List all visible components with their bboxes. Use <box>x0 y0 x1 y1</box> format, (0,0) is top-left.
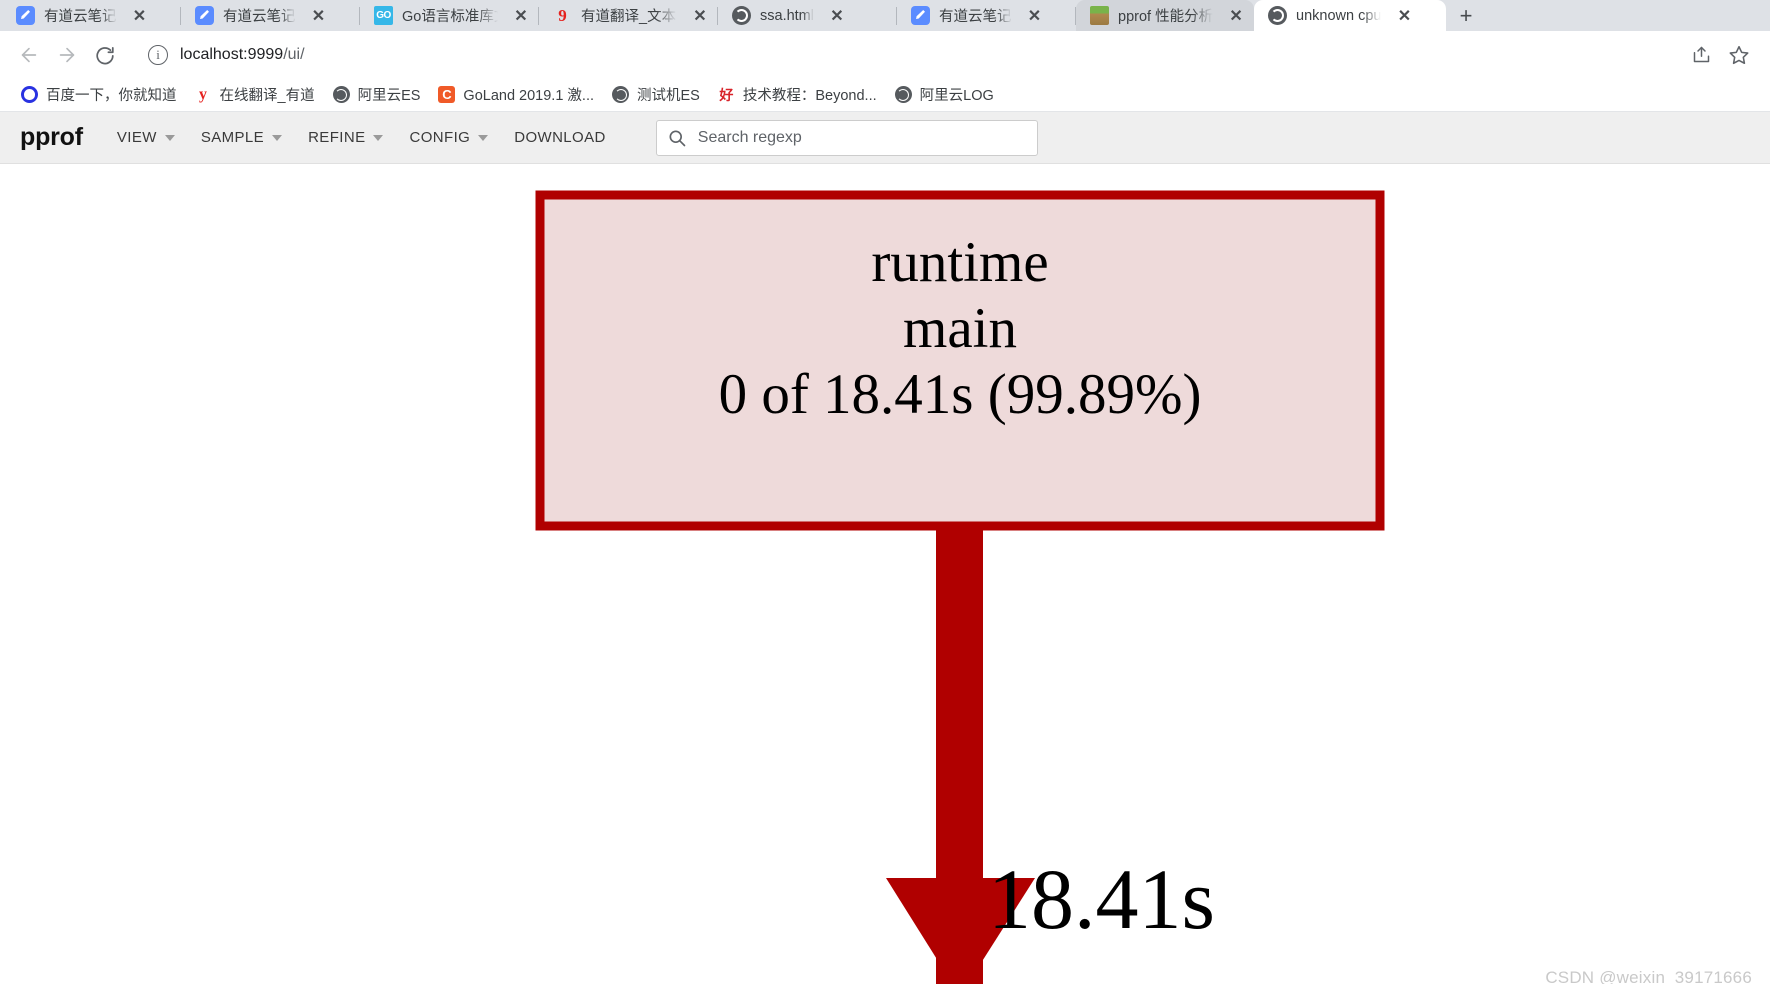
browser-tab[interactable]: GO Go语言标准库文档 ✕ <box>360 0 538 31</box>
bookmark-label: 测试机ES <box>637 88 700 104</box>
globe-icon <box>894 86 912 103</box>
globe-icon <box>612 86 630 103</box>
chevron-down-icon <box>478 134 489 141</box>
reload-button[interactable] <box>86 36 124 74</box>
bookmark-label: 技术教程：Beyond... <box>742 88 877 104</box>
globe-icon <box>1268 6 1287 25</box>
tab-title: ssa.html <box>760 7 814 24</box>
menu-config[interactable]: CONFIG <box>409 129 489 146</box>
browser-tab[interactable]: 有道云笔记 ✕ <box>2 0 180 31</box>
graph-edge-label: 18.41s <box>988 851 1215 947</box>
bookmark-label: 百度一下，你就知道 <box>46 88 177 104</box>
bookmark-item[interactable]: y 在线翻译_有道 <box>186 81 324 108</box>
node-function-name: main <box>903 297 1017 361</box>
tab-close-button[interactable]: ✕ <box>1391 3 1417 29</box>
tab-close-button[interactable]: ✕ <box>508 3 534 29</box>
menu-sample-label: SAMPLE <box>200 129 265 146</box>
bookmark-item[interactable]: 阿里云ES <box>324 81 430 108</box>
tab-close-button[interactable]: ✕ <box>687 3 713 29</box>
back-button[interactable] <box>10 36 48 74</box>
search-box[interactable] <box>655 119 1038 156</box>
forward-button[interactable] <box>48 36 86 74</box>
graph-node-text: runtime main 0 of 18.41s (99.89%) <box>540 230 1380 428</box>
bookmarks-bar: 百度一下，你就知道 y 在线翻译_有道 阿里云ES C GoLand 2019.… <box>0 78 1770 112</box>
url-host: localhost:9999 <box>180 45 284 63</box>
bookmark-label: 阿里云ES <box>357 88 421 104</box>
node-package-name: runtime <box>871 231 1049 294</box>
address-bar[interactable]: i localhost:9999/ui/ <box>134 38 1684 71</box>
tab-title: Go语言标准库文档 <box>402 9 498 25</box>
tab-strip: 有道云笔记 ✕ 有道云笔记 ✕ GO Go语言标准库文档 ✕ 9 有道翻译_文本… <box>0 0 1770 31</box>
tab-title: 有道云笔记 <box>44 9 117 25</box>
bookmark-label: 阿里云LOG <box>919 88 994 104</box>
gopher-icon <box>1090 6 1109 25</box>
address-bar-url: localhost:9999/ui/ <box>180 46 305 64</box>
tab-close-button[interactable]: ✕ <box>1022 3 1048 29</box>
menu-download-label: DOWNLOAD <box>514 129 606 146</box>
menu-view[interactable]: VIEW <box>117 129 175 146</box>
hao-icon: 好 <box>719 86 734 103</box>
go-docs-icon: GO <box>374 6 393 25</box>
youdao-icon: y <box>199 86 207 103</box>
tab-title: 有道云笔记 <box>223 9 296 25</box>
browser-tab[interactable]: pprof 性能分析 ✕ <box>1076 0 1254 31</box>
bookmark-label: 在线翻译_有道 <box>219 88 315 104</box>
browser-tab[interactable]: ssa.html ✕ <box>718 0 896 31</box>
share-icon[interactable] <box>1684 38 1718 72</box>
globe-icon <box>332 86 350 103</box>
tab-close-button[interactable]: ✕ <box>306 3 332 29</box>
search-icon <box>667 128 687 148</box>
menu-refine-label: REFINE <box>308 129 366 146</box>
youdao-note-icon <box>195 6 214 25</box>
menu-download[interactable]: DOWNLOAD <box>514 129 606 146</box>
new-tab-button[interactable]: + <box>1446 0 1486 31</box>
bookmark-item[interactable]: 好 技术教程：Beyond... <box>709 81 886 108</box>
tab-close-button[interactable]: ✕ <box>824 3 850 29</box>
chevron-down-icon <box>272 134 283 141</box>
bookmark-item[interactable]: C GoLand 2019.1 激... <box>429 81 603 108</box>
tab-close-button[interactable]: ✕ <box>1223 3 1249 29</box>
url-path: /ui/ <box>283 45 305 63</box>
browser-toolbar: i localhost:9999/ui/ <box>0 31 1770 78</box>
bookmark-star-icon[interactable] <box>1722 38 1756 72</box>
site-info-icon[interactable]: i <box>148 44 168 65</box>
watermark: CSDN @weixin_39171666 <box>1545 968 1752 984</box>
tab-title: 有道翻译_文本、 <box>581 9 677 25</box>
browser-tab[interactable]: 9 有道翻译_文本、 ✕ <box>539 0 717 31</box>
toolbar-actions <box>1684 38 1756 72</box>
flame-graph-canvas: runtime main 0 of 18.41s (99.89%) 18.41s… <box>0 164 1770 984</box>
menu-view-label: VIEW <box>116 129 157 146</box>
search-input[interactable] <box>695 127 1027 148</box>
menu-refine[interactable]: REFINE <box>308 129 384 146</box>
menu-config-label: CONFIG <box>409 129 471 146</box>
tab-title: unknown cpu <box>1296 7 1382 24</box>
browser-tab[interactable]: 有道云笔记 ✕ <box>181 0 359 31</box>
globe-icon <box>732 6 751 25</box>
pprof-header: pprof VIEW SAMPLE REFINE CONFIG DOWNLOAD <box>0 112 1770 164</box>
chevron-down-icon <box>373 134 384 141</box>
youdao-translate-icon: 9 <box>558 6 567 25</box>
youdao-note-icon <box>911 6 930 25</box>
pprof-logo: pprof <box>20 123 83 151</box>
bookmark-item[interactable]: 阿里云LOG <box>886 81 1003 108</box>
node-stats: 0 of 18.41s (99.89%) <box>718 363 1202 427</box>
browser-tab-active[interactable]: unknown cpu ✕ <box>1254 0 1446 31</box>
bookmark-label: GoLand 2019.1 激... <box>463 88 595 104</box>
baidu-icon <box>21 86 38 103</box>
youdao-note-icon <box>16 6 35 25</box>
menu-sample[interactable]: SAMPLE <box>200 129 283 146</box>
browser-window: 有道云笔记 ✕ 有道云笔记 ✕ GO Go语言标准库文档 ✕ 9 有道翻译_文本… <box>0 0 1770 984</box>
tab-title: 有道云笔记 <box>939 9 1012 25</box>
goland-icon: C <box>438 86 456 103</box>
tab-title: pprof 性能分析 <box>1118 9 1214 25</box>
browser-tab[interactable]: 有道云笔记 ✕ <box>897 0 1075 31</box>
tab-close-button[interactable]: ✕ <box>127 3 153 29</box>
chevron-down-icon <box>164 134 175 141</box>
bookmark-item[interactable]: 百度一下，你就知道 <box>12 81 186 108</box>
bookmark-item[interactable]: 测试机ES <box>603 81 709 108</box>
